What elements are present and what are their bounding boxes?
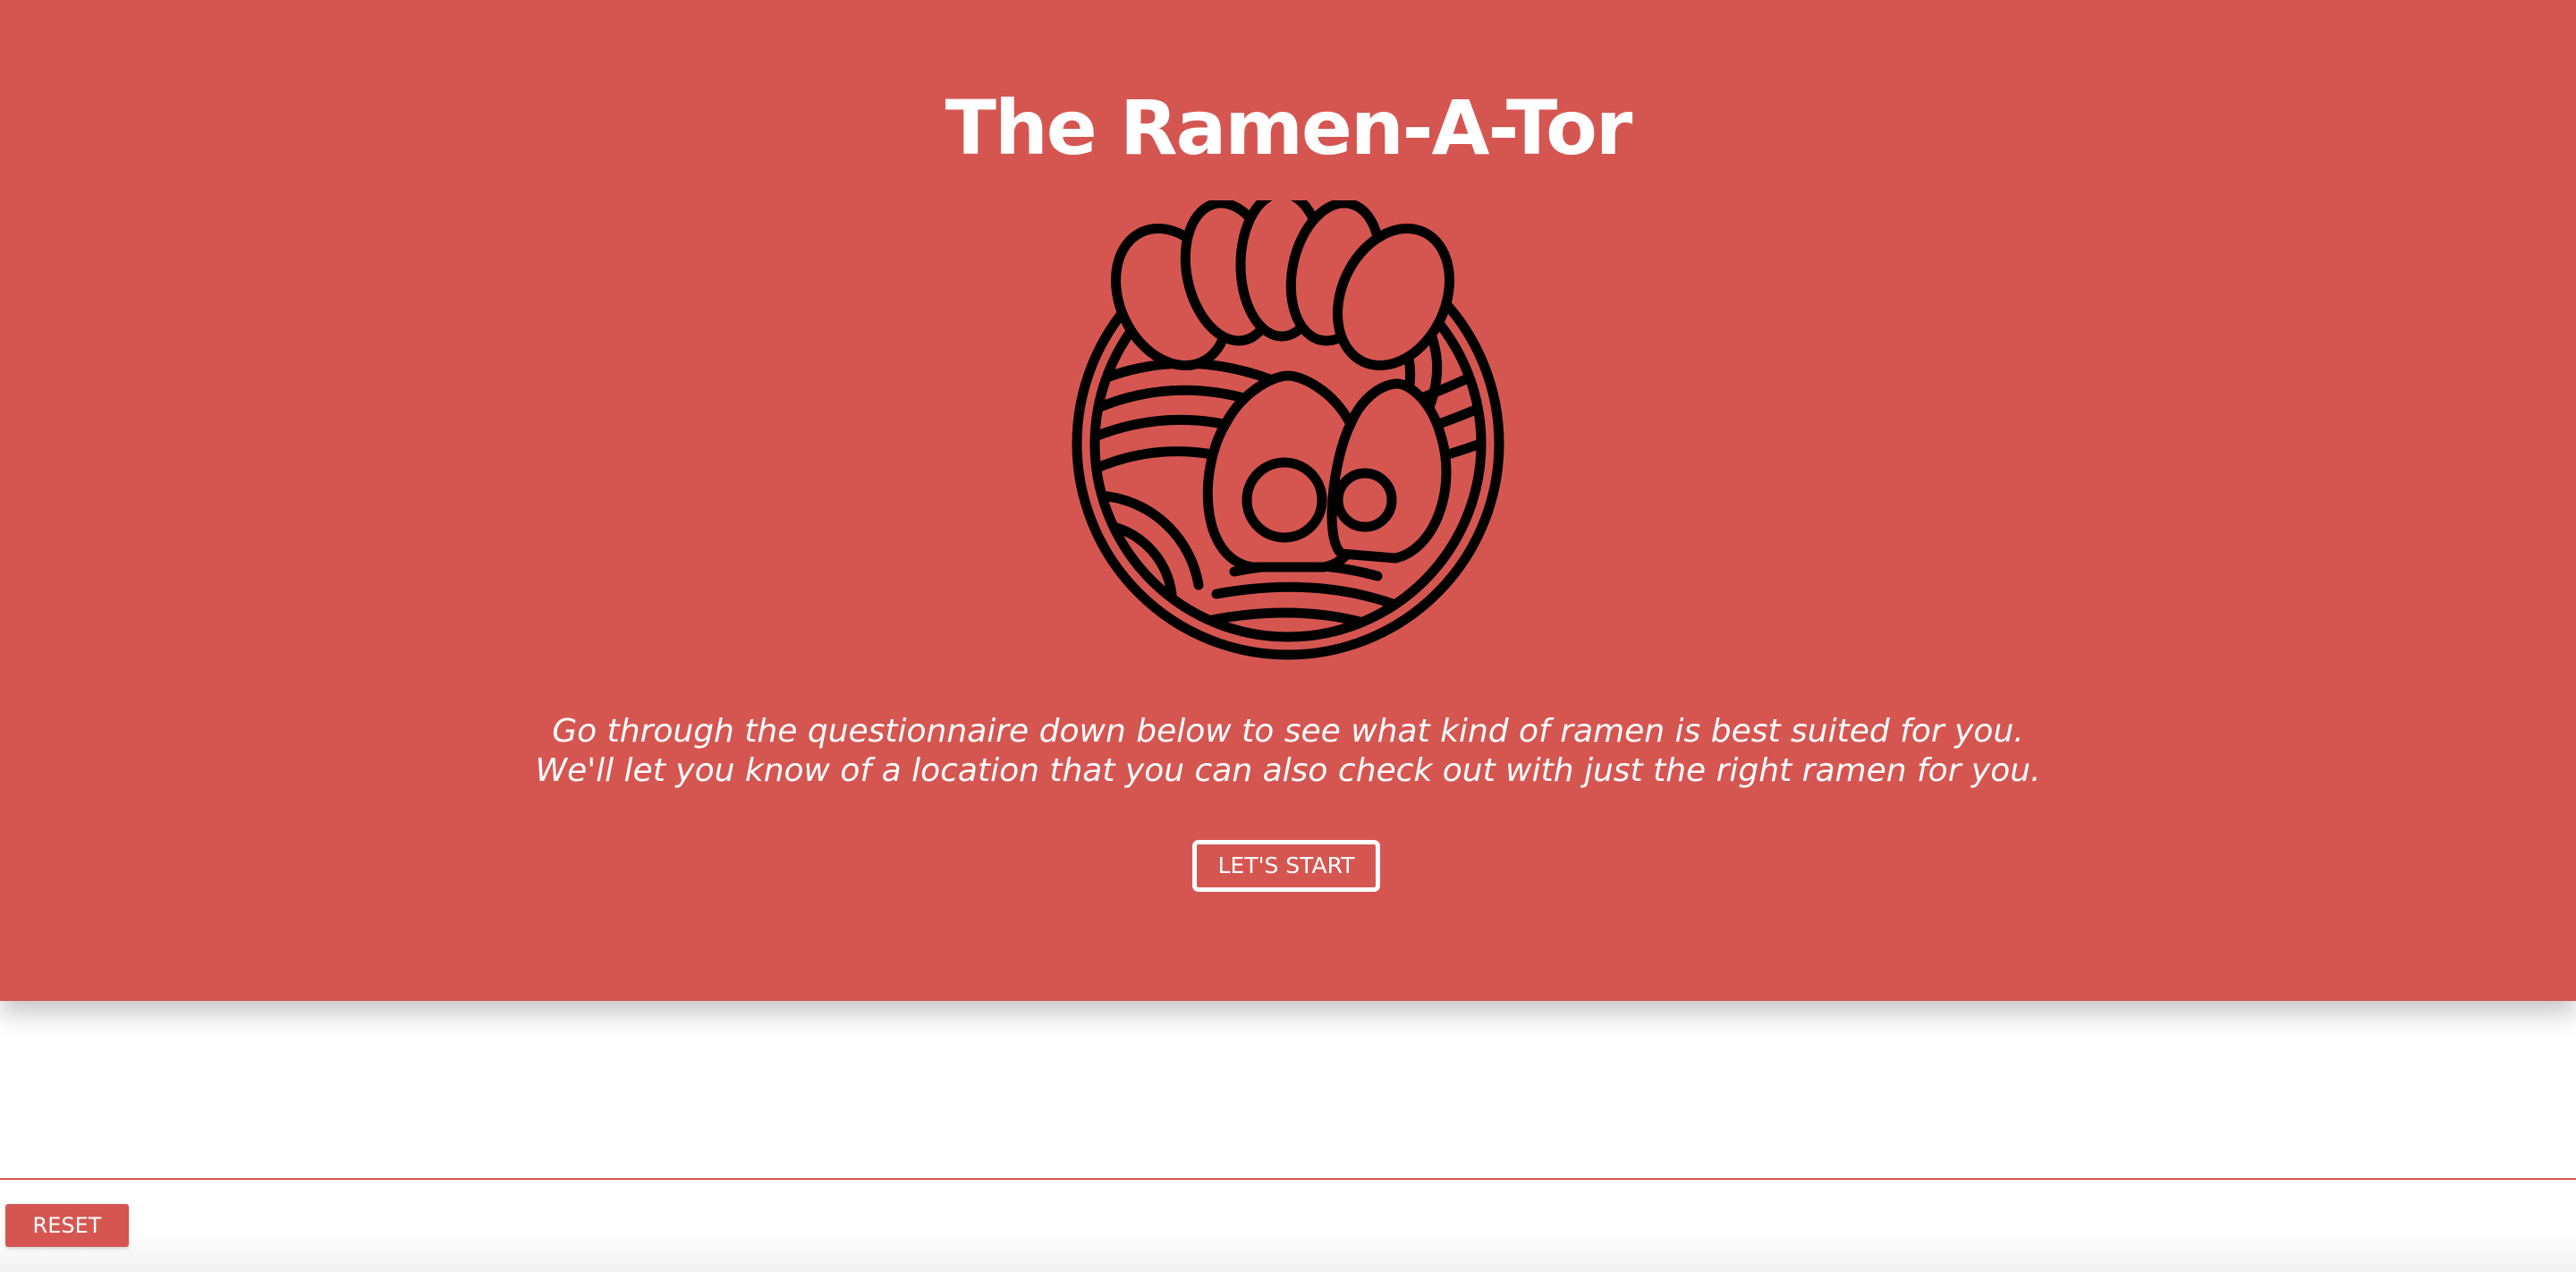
tagline-line-1: Go through the questionnaire down below …	[552, 713, 2024, 750]
reset-button[interactable]: RESET	[5, 1204, 129, 1247]
ramen-bowl-icon	[1072, 200, 1504, 660]
tagline-line-2: We'll let you know of a location that yo…	[535, 752, 2041, 789]
lets-start-button[interactable]: LET'S START	[1192, 840, 1380, 892]
tagline: Go through the questionnaire down below …	[0, 712, 2576, 791]
hero-banner: The Ramen-A-Tor Go through the questionn…	[0, 0, 2576, 1001]
footer-bar	[0, 1180, 2576, 1272]
page-title: The Ramen-A-Tor	[945, 84, 1633, 172]
